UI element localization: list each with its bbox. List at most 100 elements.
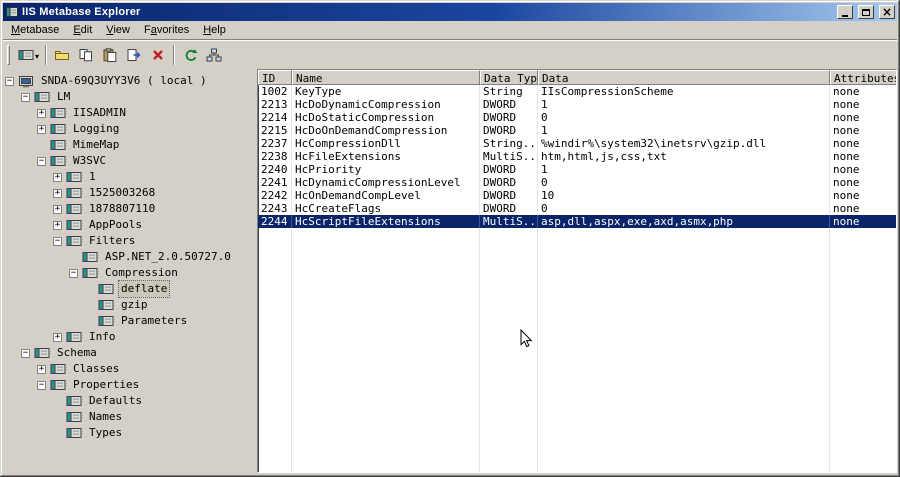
collapse-toggle[interactable]: − xyxy=(21,348,30,358)
tree-item-iisadmin: + IISADMIN xyxy=(3,105,247,121)
empty-cell xyxy=(538,332,830,345)
cell: 1 xyxy=(538,124,830,137)
empty-cell xyxy=(480,241,538,254)
empty-cell xyxy=(830,371,896,384)
collapse-toggle[interactable]: − xyxy=(5,76,14,86)
tree-item-names: Names xyxy=(3,409,247,425)
app-window: IIS Metabase Explorer MetabaseEditViewFa… xyxy=(0,0,900,477)
close-button[interactable] xyxy=(879,5,895,19)
property-row-2214[interactable]: 2214 HcDoStaticCompression DWORD 0 none xyxy=(258,111,896,124)
column-header-id[interactable]: ID xyxy=(258,70,292,85)
collapse-toggle[interactable]: − xyxy=(37,380,46,390)
tree-list-splitter[interactable] xyxy=(247,69,257,473)
toolbar-grip[interactable] xyxy=(7,44,10,65)
menu-metabase[interactable]: Metabase xyxy=(4,21,66,39)
paste-icon xyxy=(102,47,118,62)
tree-item-compression: − Compression xyxy=(3,265,247,281)
property-row-2244[interactable]: 2244 HcScriptFileExtensions MultiS... asp,d… xyxy=(258,215,896,228)
menu-favorites[interactable]: Favorites xyxy=(137,21,196,39)
empty-cell xyxy=(292,410,480,423)
tree-item-apppools: + AppPools xyxy=(3,217,247,233)
paste-button[interactable] xyxy=(98,44,122,66)
tree-item-info: + Info xyxy=(3,329,247,345)
expand-toggle[interactable]: + xyxy=(37,124,46,134)
delete-button[interactable] xyxy=(146,44,170,66)
connect-button[interactable] xyxy=(202,44,226,66)
property-row-2213[interactable]: 2213 HcDoDynamicCompression DWORD 1 none xyxy=(258,98,896,111)
collapse-toggle[interactable]: − xyxy=(21,92,30,102)
empty-cell xyxy=(480,410,538,423)
empty-cell xyxy=(480,462,538,472)
key-icon xyxy=(34,91,50,103)
tree-item-parameters: Parameters xyxy=(3,313,247,329)
empty-cell xyxy=(258,241,292,254)
maximize-button[interactable] xyxy=(858,5,874,19)
column-header-attributes[interactable]: Attributes xyxy=(830,70,896,85)
column-header-data-type[interactable]: Data Type xyxy=(480,70,538,85)
key-icon xyxy=(66,331,82,343)
empty-cell xyxy=(830,280,896,293)
empty-row xyxy=(258,267,896,280)
collapse-toggle[interactable]: − xyxy=(69,268,78,278)
column-header-data[interactable]: Data xyxy=(538,70,830,85)
open-button[interactable] xyxy=(50,44,74,66)
empty-cell xyxy=(292,371,480,384)
expand-toggle[interactable]: + xyxy=(37,108,46,118)
expand-toggle[interactable]: + xyxy=(53,332,62,342)
expand-toggle[interactable]: + xyxy=(53,204,62,214)
key-icon xyxy=(66,411,82,423)
empty-row xyxy=(258,306,896,319)
empty-cell xyxy=(830,306,896,319)
property-row-2243[interactable]: 2243 HcCreateFlags DWORD 0 none xyxy=(258,202,896,215)
tree-item-logging: + Logging xyxy=(3,121,247,137)
tree-item-label[interactable]: Parameters xyxy=(118,312,190,330)
cell: HcDoDynamicCompression xyxy=(292,98,480,111)
cell: none xyxy=(833,124,860,137)
key-icon xyxy=(34,347,50,359)
minimize-button[interactable] xyxy=(837,5,853,19)
menu-edit[interactable]: Edit xyxy=(66,21,99,39)
tree-item-label[interactable]: Types xyxy=(86,424,125,442)
copy-button[interactable] xyxy=(74,44,98,66)
empty-cell xyxy=(258,332,292,345)
expand-toggle[interactable]: + xyxy=(53,172,62,182)
menu-view[interactable]: View xyxy=(99,21,137,39)
refresh-button[interactable] xyxy=(178,44,202,66)
key-icon xyxy=(98,299,114,311)
menu-help[interactable]: Help xyxy=(196,21,233,39)
cell: none xyxy=(833,150,860,163)
cell: none xyxy=(833,202,860,215)
property-row-2238[interactable]: 2238 HcFileExtensions MultiS... htm,html,js… xyxy=(258,150,896,163)
expand-toggle[interactable]: + xyxy=(37,364,46,374)
expand-toggle[interactable]: + xyxy=(53,220,62,230)
property-row-2215[interactable]: 2215 HcDoOnDemandCompression DWORD 1 none xyxy=(258,124,896,137)
title-bar[interactable]: IIS Metabase Explorer xyxy=(3,3,897,21)
minimize-icon xyxy=(842,14,848,17)
empty-cell xyxy=(480,228,538,241)
key-icon xyxy=(98,315,114,327)
empty-cell xyxy=(258,293,292,306)
empty-row xyxy=(258,319,896,332)
cell: none xyxy=(833,189,860,202)
empty-cell xyxy=(538,267,830,280)
empty-cell xyxy=(538,254,830,267)
expand-toggle[interactable]: + xyxy=(53,188,62,198)
property-row-2241[interactable]: 2241 HcDynamicCompressionLevel DWORD 0 none xyxy=(258,176,896,189)
export-button[interactable] xyxy=(122,44,146,66)
collapse-toggle[interactable]: − xyxy=(37,156,46,166)
cell: DWORD xyxy=(480,111,538,124)
key-icon xyxy=(66,427,82,439)
property-row-2242[interactable]: 2242 HcOnDemandCompLevel DWORD 10 none xyxy=(258,189,896,202)
column-header-name[interactable]: Name xyxy=(292,70,480,85)
empty-cell xyxy=(292,397,480,410)
property-row-1002[interactable]: 1002 KeyType String IIsCompressionScheme non… xyxy=(258,85,896,98)
tree-item-properties: − Properties xyxy=(3,377,247,393)
property-row-2240[interactable]: 2240 HcPriority DWORD 1 none xyxy=(258,163,896,176)
collapse-toggle[interactable]: − xyxy=(53,236,62,246)
cell: 1 xyxy=(538,98,830,111)
empty-cell xyxy=(258,384,292,397)
empty-cell xyxy=(258,254,292,267)
toolbar xyxy=(3,40,897,68)
property-row-2237[interactable]: 2237 HcCompressionDll String... %windir%\sy… xyxy=(258,137,896,150)
metabase-node-dropdown-button[interactable] xyxy=(15,44,42,66)
